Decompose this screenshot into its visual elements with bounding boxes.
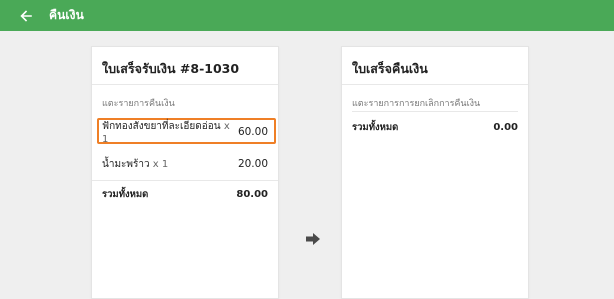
receipt-subtitle: แตะรายการคืนเงิน [102, 99, 175, 109]
divider [92, 84, 278, 85]
receipt-total-row: รวมทั้งหมด 80.00 [102, 186, 268, 202]
total-amount: 0.00 [493, 121, 518, 133]
receipt-item-1[interactable]: ฟักทองสังขยาที่ละเอียดอ่อน x 1 60.00 [102, 121, 268, 145]
divider [92, 180, 278, 181]
arrow-right-icon [305, 231, 321, 245]
divider [342, 84, 528, 85]
item-amount: 60.00 [237, 126, 268, 138]
item-name: ฟักทองสังขยาที่ละเอียดอ่อน [102, 121, 221, 132]
receipt-item-2[interactable]: น้ำมะพร้าว x 1 20.00 [102, 155, 268, 173]
arrow-left-icon[interactable] [17, 7, 35, 25]
divider [352, 111, 518, 112]
refund-total-row: รวมทั้งหมด 0.00 [352, 119, 518, 135]
item-amount: 20.00 [237, 158, 268, 170]
item-qty: x 1 [152, 158, 169, 170]
page-title: คืนเงิน [49, 8, 84, 22]
total-label: รวมทั้งหมด [102, 188, 149, 200]
refund-subtitle: แตะรายการการยกเลิกการคืนเงิน [352, 99, 481, 109]
refund-title: ใบเสร็จคืนเงิน [352, 61, 428, 76]
total-label: รวมทั้งหมด [352, 121, 399, 133]
receipt-title: ใบเสร็จรับเงิน #8-1030 [102, 61, 240, 76]
refund-card: ใบเสร็จคืนเงิน แตะรายการการยกเลิกการคืนเ… [341, 46, 529, 299]
app-bar: คืนเงิน [0, 0, 614, 31]
item-name: น้ำมะพร้าว [102, 158, 150, 170]
total-amount: 80.00 [236, 188, 268, 200]
receipt-card: ใบเสร็จรับเงิน #8-1030 แตะรายการคืนเงิน … [91, 46, 279, 299]
